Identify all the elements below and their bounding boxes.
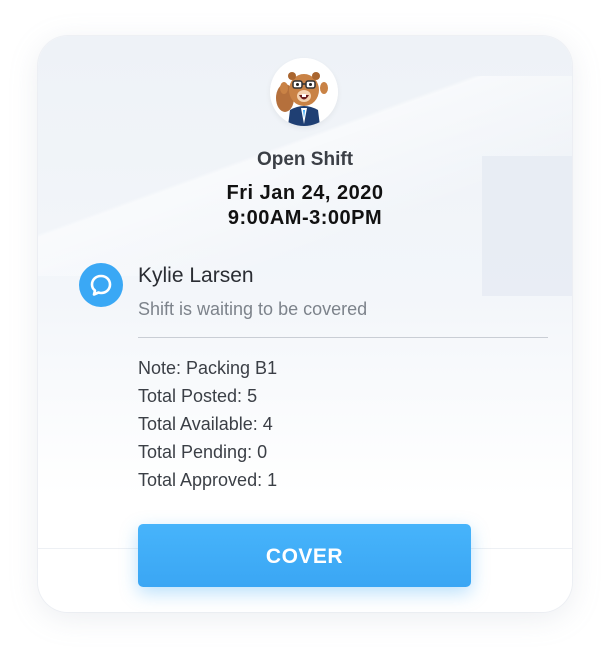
- shift-date: Fri Jan 24, 2020: [226, 182, 384, 204]
- detail-total-posted: Total Posted: 5: [138, 386, 258, 406]
- chat-bubble-icon: [79, 263, 123, 307]
- detail-total-pending: Total Pending: 0: [138, 442, 268, 462]
- user-name: Kylie Larsen: [138, 264, 254, 287]
- mascot-avatar: [270, 58, 338, 126]
- shift-time: 9:00AM-3:00PM: [227, 207, 383, 229]
- detail-note: Note: Packing B1: [138, 358, 278, 378]
- shift-details-list: Note: Packing B1 Total Posted: 5 Total A…: [138, 354, 277, 494]
- open-shift-card: Open Shift Fri Jan 24, 2020 9:00AM-3:00P…: [38, 36, 572, 612]
- shift-status-text: Shift is waiting to be covered: [138, 299, 368, 319]
- cover-button[interactable]: COVER: [138, 524, 471, 587]
- divider: [138, 337, 548, 338]
- detail-total-approved: Total Approved: 1: [138, 470, 278, 490]
- page: Open Shift Fri Jan 24, 2020 9:00AM-3:00P…: [0, 0, 609, 651]
- beaver-mascot-icon: [270, 58, 338, 126]
- detail-total-available: Total Available: 4: [138, 414, 273, 434]
- shift-title: Open Shift: [256, 149, 354, 170]
